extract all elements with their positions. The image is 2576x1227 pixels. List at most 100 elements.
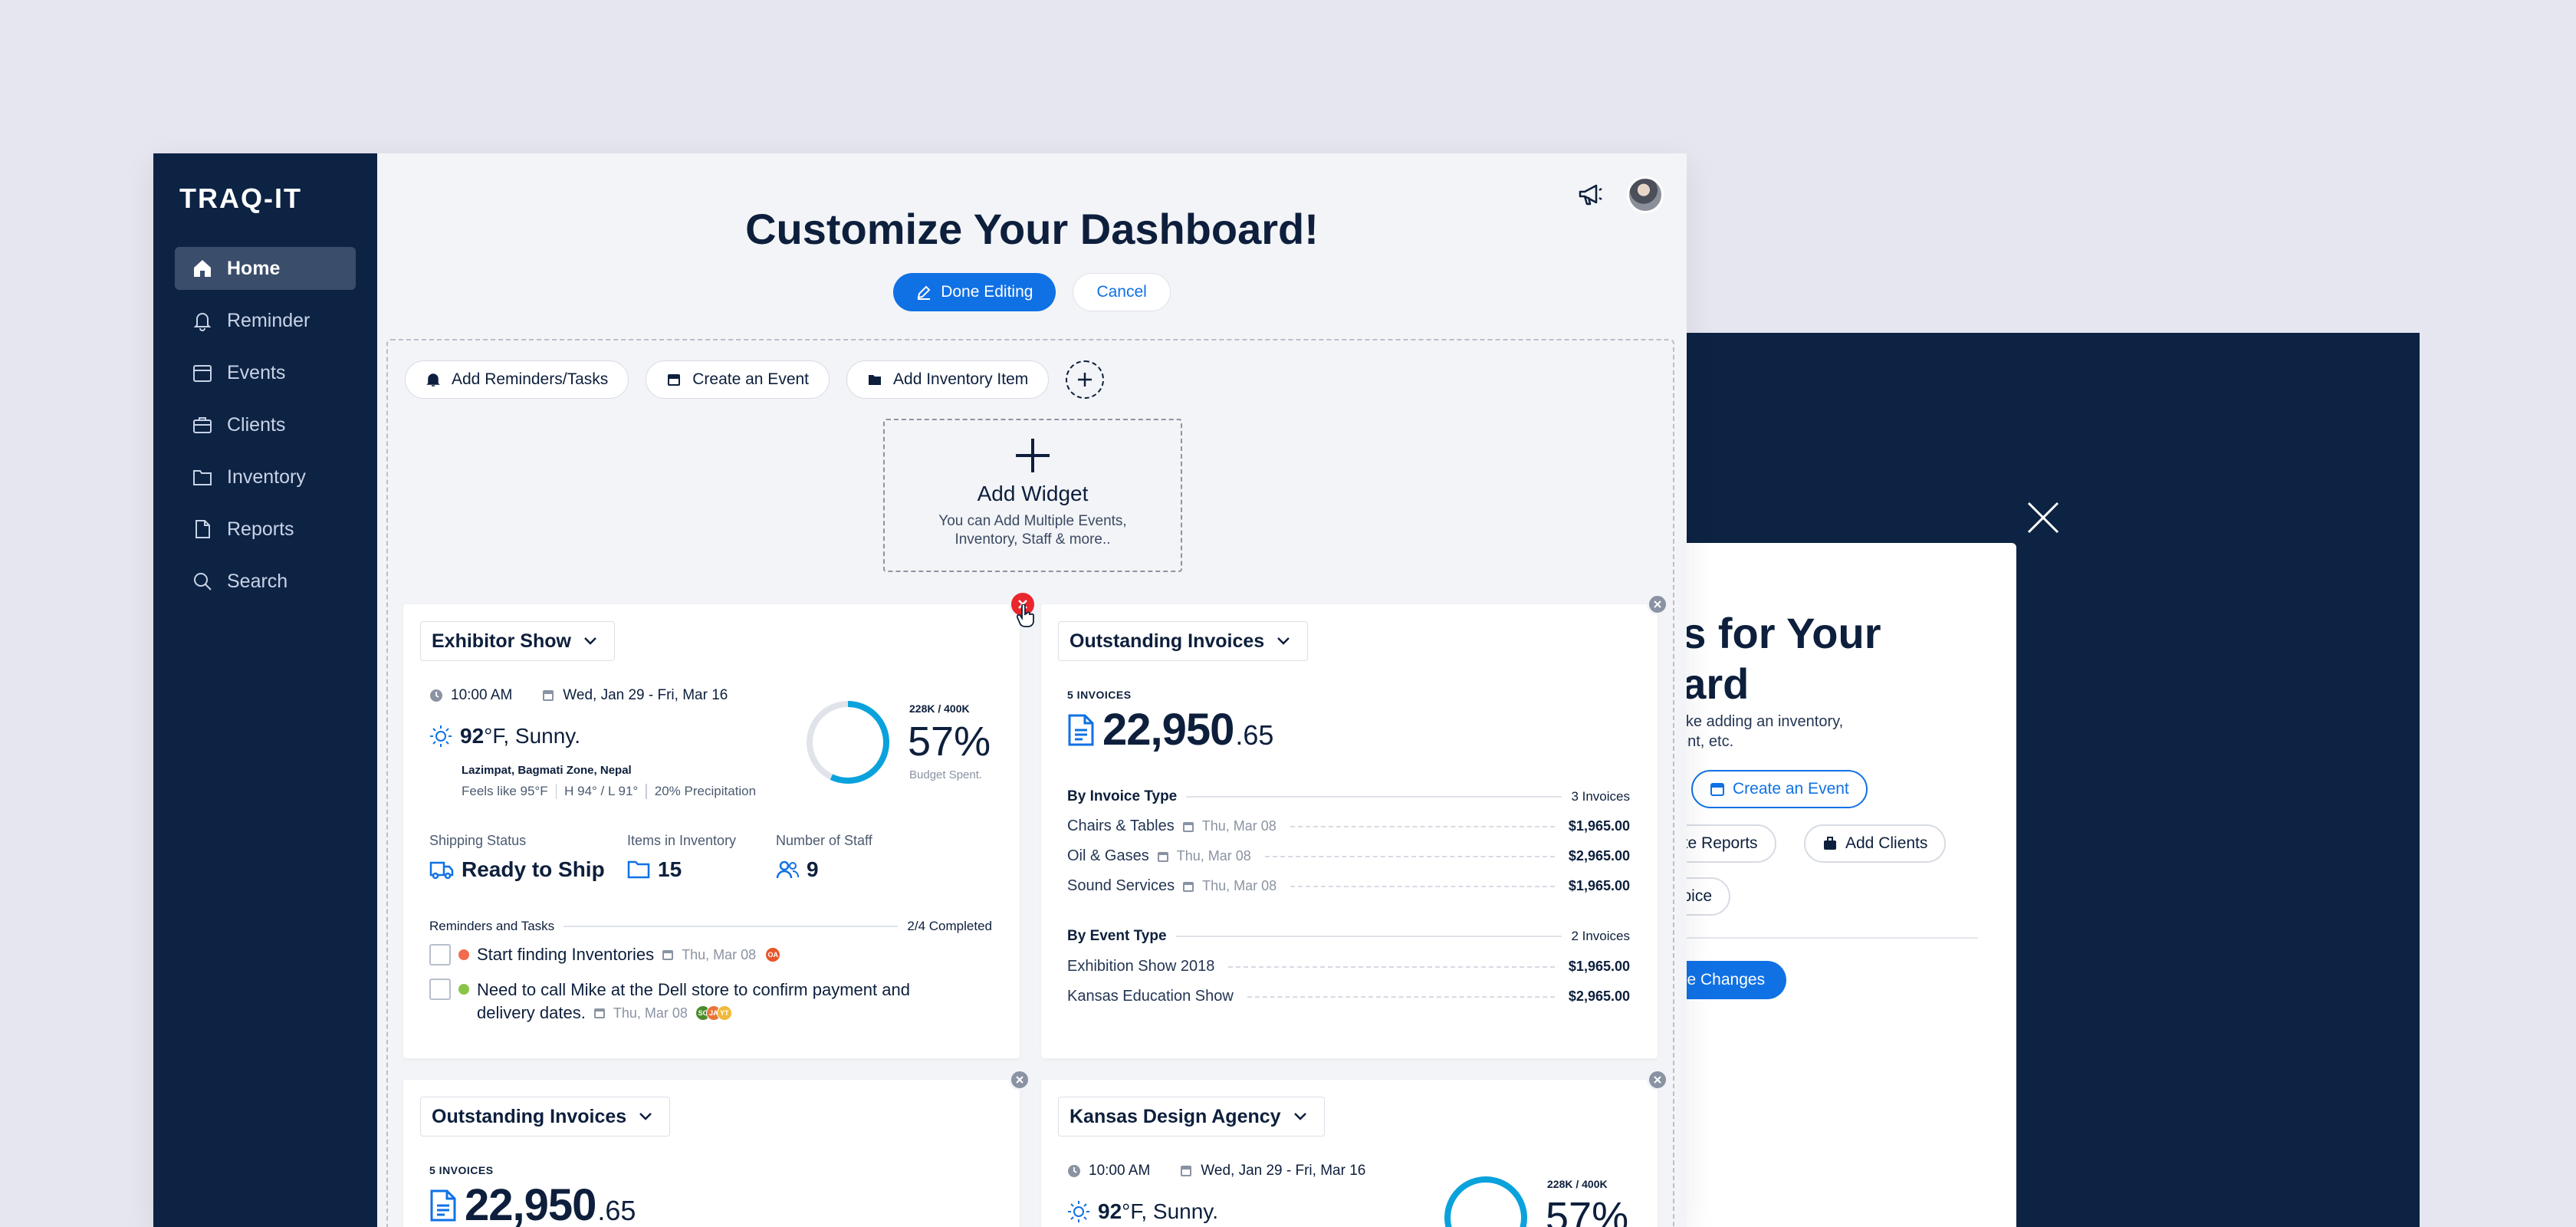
sun-icon — [1068, 1201, 1089, 1222]
weather-row: 92°F, Sunny. — [429, 724, 580, 748]
budget-ratio: 228K / 400K — [1547, 1178, 1608, 1190]
add-widget-description: You can Add Multiple Events, Inventory, … — [938, 513, 1127, 548]
save-changes-button[interactable]: ve Changes — [1679, 961, 1787, 999]
clock-icon — [1068, 1165, 1080, 1177]
weather-details: Feels like 95°F H 94° / L 91° 20% Precip… — [462, 784, 757, 799]
cancel-button[interactable]: Cancel — [1073, 273, 1171, 311]
document-icon — [430, 1189, 456, 1221]
home-icon — [194, 260, 211, 277]
priority-dot — [458, 984, 469, 995]
card-title-dropdown[interactable]: Outstanding Invoices — [420, 1097, 671, 1137]
chevron-down-icon — [1293, 1113, 1306, 1120]
briefcase-icon — [1824, 837, 1836, 850]
kansas-design-agency-card: Kansas Design Agency 10:00 AM Wed, Jan 2… — [1041, 1080, 1658, 1227]
create-event-button[interactable]: Create an Event — [1691, 770, 1868, 808]
close-icon — [1016, 1076, 1024, 1084]
invoice-row[interactable]: Chairs & Tables Thu, Mar 08 $1,965.00 — [1067, 817, 1630, 835]
briefcase-icon — [193, 417, 212, 433]
invoice-count-label: 5 INVOICES — [429, 1164, 494, 1176]
by-invoice-type-header: By Invoice Type 3 Invoices — [1067, 788, 1630, 804]
invoice-count-label: 5 INVOICES — [1067, 689, 1132, 701]
search-icon — [194, 573, 212, 590]
modal-description: like adding an inventory, ent, etc. — [1679, 713, 1844, 750]
priority-dot — [458, 949, 469, 960]
sidebar-item-reports[interactable]: Reports — [175, 508, 356, 551]
done-editing-button[interactable]: Done Editing — [893, 273, 1056, 311]
folder-icon — [869, 375, 882, 385]
sidebar-item-clients[interactable]: Clients — [175, 403, 356, 446]
outstanding-invoices-card: Outstanding Invoices 5 INVOICES 22,950.6… — [403, 1080, 1020, 1227]
sidebar-item-label: Inventory — [227, 465, 306, 488]
invoice-row[interactable]: Sound Services Thu, Mar 08 $1,965.00 — [1067, 877, 1630, 895]
remove-card-button[interactable] — [1009, 1069, 1030, 1090]
background-modal: ns for Your oard like adding an inventor… — [1679, 543, 2016, 1227]
exhibitor-show-card: Exhibitor Show 10:00 AM Wed, Jan 29 - Fr… — [403, 604, 1020, 1058]
add-clients-button[interactable]: Add Clients — [1804, 824, 1947, 863]
modal-title: ns for Your oard — [1679, 609, 1881, 708]
create-reports-button[interactable]: ate Reports — [1679, 824, 1776, 863]
card-title-dropdown[interactable]: Kansas Design Agency — [1058, 1097, 1325, 1137]
location-label: Lazimpat, Bagmati Zone, Nepal — [462, 764, 632, 777]
reminders-header: Reminders and Tasks 2/4 Completed — [429, 919, 992, 933]
add-widget-box[interactable]: Add Widget You can Add Multiple Events, … — [883, 419, 1182, 572]
remove-card-button[interactable] — [1647, 594, 1668, 615]
calendar-icon — [668, 374, 681, 386]
app-logo[interactable]: TRAQ-IT — [179, 183, 302, 215]
invoice-total: 22,950.65 — [1067, 704, 1273, 755]
invoice-row[interactable]: Kansas Education Show $2,965.00 — [1067, 988, 1630, 1005]
calendar-icon — [593, 1008, 605, 1018]
sidebar-item-inventory[interactable]: Inventory — [175, 456, 356, 498]
calendar-icon — [543, 690, 554, 701]
budget-percent: 57% — [908, 719, 991, 765]
invoice-row[interactable]: Oil & Gases Thu, Mar 08 $2,965.00 — [1067, 847, 1630, 865]
close-icon[interactable] — [2024, 498, 2062, 537]
assignee-avatar: YT — [716, 1005, 732, 1021]
truck-icon — [429, 861, 454, 880]
card-title-dropdown[interactable]: Outstanding Invoices — [1058, 621, 1309, 661]
close-icon — [1654, 600, 1661, 608]
task-checkbox[interactable] — [429, 944, 451, 965]
document-icon — [1068, 714, 1094, 745]
sidebar-item-events[interactable]: Events — [175, 351, 356, 394]
task-row: Start finding Inventories Thu, Mar 08 OA — [429, 944, 781, 965]
document-icon — [196, 520, 210, 538]
calendar-icon — [1183, 881, 1194, 892]
folder-icon — [627, 860, 650, 879]
chevron-down-icon — [584, 637, 596, 645]
invoice-button[interactable]: voice — [1679, 877, 1731, 916]
sidebar-item-label: Reminder — [227, 309, 310, 331]
sidebar-item-label: Home — [227, 257, 281, 279]
staff-count-label: Number of Staff — [776, 833, 872, 848]
add-quick-action-button[interactable] — [1066, 360, 1105, 399]
outstanding-invoices-card: Outstanding Invoices 5 INVOICES 22,950.6… — [1041, 604, 1658, 1058]
budget-ratio: 228K / 400K — [909, 702, 970, 715]
add-inventory-button[interactable]: Add Inventory Item — [846, 360, 1050, 399]
remove-card-button[interactable] — [1647, 1069, 1668, 1090]
budget-ring-chart — [807, 701, 889, 784]
plus-icon — [1016, 439, 1050, 472]
budget-ring-chart — [1444, 1176, 1527, 1227]
budget-label: Budget Spent. — [909, 768, 983, 781]
event-time-row: 10:00 AM Wed, Jan 29 - Fri, Mar 16 — [429, 687, 728, 704]
sidebar-item-reminder[interactable]: Reminder — [175, 299, 356, 342]
quick-actions: Add Reminders/Tasks Create an Event Add … — [405, 360, 1105, 399]
pencil-icon — [917, 285, 931, 300]
invoice-row[interactable]: Exhibition Show 2018 $1,965.00 — [1067, 958, 1630, 975]
calendar-icon — [193, 365, 212, 382]
task-row: Need to call Mike at the Dell store to c… — [429, 979, 910, 1025]
sidebar-item-home[interactable]: Home — [175, 247, 356, 290]
add-reminders-button[interactable]: Add Reminders/Tasks — [405, 360, 629, 399]
task-checkbox[interactable] — [429, 979, 451, 1000]
sidebar-item-search[interactable]: Search — [175, 560, 356, 603]
assignee-avatar: OA — [765, 947, 781, 962]
add-widget-title: Add Widget — [977, 482, 1089, 505]
sidebar-item-label: Events — [227, 361, 286, 383]
invoice-total: 22,950.65 — [429, 1179, 636, 1227]
people-icon — [776, 860, 799, 879]
calendar-icon — [1182, 821, 1194, 832]
card-title-dropdown[interactable]: Exhibitor Show — [420, 621, 615, 661]
sun-icon — [430, 725, 452, 747]
create-event-button[interactable]: Create an Event — [646, 360, 830, 399]
close-icon — [1654, 1076, 1661, 1084]
shipping-status-value: Ready to Ship — [429, 857, 605, 882]
